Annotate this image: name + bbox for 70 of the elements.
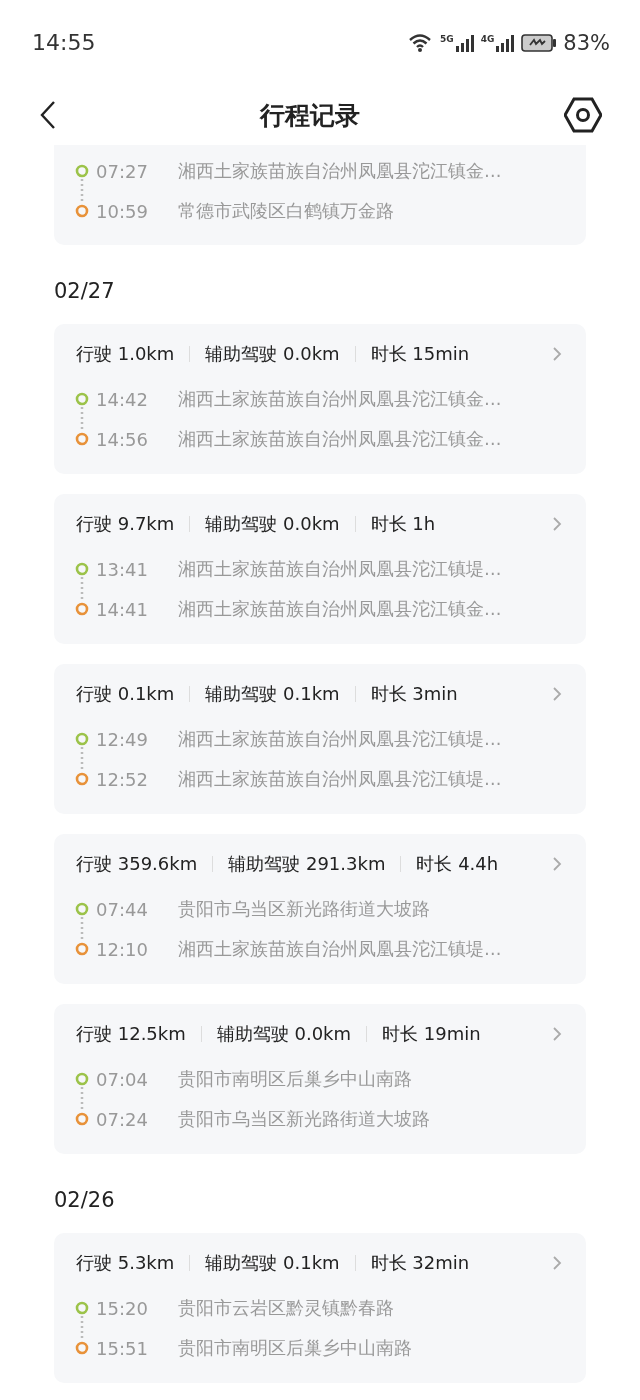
stop-time: 13:41 xyxy=(96,558,149,580)
settings-button[interactable] xyxy=(564,97,602,133)
trip-stat: 时长 15min xyxy=(370,342,470,366)
trip-stat: 辅助驾驶 0.1km xyxy=(205,682,340,706)
stop-address: 湘西土家族苗族自治州凤凰县沱江镇金… xyxy=(178,160,502,183)
trip-card[interactable]: 行驶 5.3km 辅助驾驶 0.1km 时长 32min 15:20 贵阳市云岩区黔灵镇黔春路 15:51 贵阳市南明区后巢乡中山南路 xyxy=(54,1233,586,1383)
trip-stat: 时长 19min xyxy=(382,1022,481,1046)
trip-card[interactable]: 行驶 0.1km 辅助驾驶 0.1km 时长 3min 12:49 湘西土家族苗族自治州凤凰县沱江镇堤… 12:52 湘西土家族苗族自治州凤凰县沱江镇堤… xyxy=(54,664,586,814)
trip-stat: 行驶 12.5km xyxy=(76,1022,186,1046)
stop-time: 14:41 xyxy=(96,598,149,620)
stop-time: 10:59 xyxy=(96,200,149,222)
chevron-icon xyxy=(552,516,562,532)
trip-stat: 行驶 359.6km xyxy=(76,852,198,876)
stop-address: 湘西土家族苗族自治州凤凰县沱江镇堤… xyxy=(178,938,502,961)
trip-stat: 辅助驾驶 0.0km xyxy=(205,512,340,536)
stop-address: 湘西土家族苗族自治州凤凰县沱江镇金… xyxy=(178,388,502,411)
battery-level: 83% xyxy=(563,30,610,55)
trip-stat: 辅助驾驶 0.0km xyxy=(205,342,340,366)
stop-time: 15:51 xyxy=(96,1337,149,1359)
trip-stat: 时长 4.4h xyxy=(416,852,499,876)
status-time: 14:55 xyxy=(32,30,96,55)
signal-icon xyxy=(454,33,475,52)
chevron-icon xyxy=(552,1255,562,1271)
chevron-icon xyxy=(552,856,562,872)
stop-time: 07:44 xyxy=(96,898,149,920)
stop-time: 07:24 xyxy=(96,1108,149,1130)
trip-stat: 行驶 9.7km xyxy=(76,512,175,536)
trip-stat: 辅助驾驶 0.0km xyxy=(216,1022,352,1046)
chevron-icon xyxy=(552,686,562,702)
network-label: 4G xyxy=(480,33,495,44)
stop-time: 12:10 xyxy=(96,938,149,960)
stop-address: 湘西土家族苗族自治州凤凰县沱江镇金… xyxy=(178,598,502,621)
trip-stat: 行驶 1.0km xyxy=(76,342,175,366)
signal-icon xyxy=(495,33,516,52)
date-heading: 02/27 xyxy=(54,278,116,305)
battery-icon xyxy=(521,33,558,52)
stop-address: 湘西土家族苗族自治州凤凰县沱江镇堤… xyxy=(178,768,502,791)
trip-stat: 行驶 5.3km xyxy=(76,1251,175,1275)
date-heading: 02/26 xyxy=(54,1187,116,1214)
trip-stat: 时长 1h xyxy=(370,512,436,536)
stop-address: 贵阳市云岩区黔灵镇黔春路 xyxy=(178,1297,394,1320)
trip-stat: 时长 3min xyxy=(370,682,458,706)
stop-time: 15:20 xyxy=(96,1297,149,1319)
trip-stat: 辅助驾驶 291.3km xyxy=(228,852,386,876)
stop-address: 贵阳市南明区后巢乡中山南路 xyxy=(178,1337,412,1360)
chevron-icon xyxy=(552,346,562,362)
stop-address: 湘西土家族苗族自治州凤凰县沱江镇堤… xyxy=(178,558,502,581)
trip-stat: 时长 32min xyxy=(370,1251,470,1275)
trip-stat: 行驶 0.1km xyxy=(76,682,175,706)
stop-time: 12:52 xyxy=(96,768,149,790)
chevron-icon xyxy=(552,1026,562,1042)
back-button[interactable] xyxy=(40,100,56,130)
stop-address: 湘西土家族苗族自治州凤凰县沱江镇堤… xyxy=(178,728,502,751)
stop-address: 贵阳市南明区后巢乡中山南路 xyxy=(178,1068,412,1091)
stop-address: 湘西土家族苗族自治州凤凰县沱江镇金… xyxy=(178,428,502,451)
stop-time: 14:56 xyxy=(96,428,149,450)
network-label: 5G xyxy=(440,33,454,44)
trip-card[interactable]: 行驶 359.6km 辅助驾驶 291.3km 时长 4.4h 07:44 贵阳市乌当区新光路街道大坡路 12:10 湘西土家族苗族自治州凤凰县沱江镇堤… xyxy=(54,834,586,984)
stop-time: 12:49 xyxy=(96,728,149,750)
stop-address: 贵阳市乌当区新光路街道大坡路 xyxy=(178,1108,430,1131)
trip-card[interactable]: 行驶 9.7km 辅助驾驶 0.0km 时长 1h 13:41 湘西土家族苗族自治州凤凰县沱江镇堤… 14:41 湘西土家族苗族自治州凤凰县沱江镇金… xyxy=(54,494,586,644)
stop-address: 常德市武陵区白鹤镇万金路 xyxy=(178,200,394,223)
stop-time: 07:27 xyxy=(96,160,149,182)
stop-time: 14:42 xyxy=(96,388,149,410)
stop-time: 07:04 xyxy=(96,1068,149,1090)
trip-card[interactable]: 行驶 12.5km 辅助驾驶 0.0km 时长 19min 07:04 贵阳市南明区后巢乡中山南路 07:24 贵阳市乌当区新光路街道大坡路 xyxy=(54,1004,586,1154)
page-title: 行程记录 xyxy=(260,99,360,132)
stop-address: 贵阳市乌当区新光路街道大坡路 xyxy=(178,898,430,921)
trip-card[interactable]: 行驶 1.0km 辅助驾驶 0.0km 时长 15min 14:42 湘西土家族苗族自治州凤凰县沱江镇金… 14:56 湘西土家族苗族自治州凤凰县沱江镇金… xyxy=(54,324,586,474)
trip-stat: 辅助驾驶 0.1km xyxy=(205,1251,340,1275)
